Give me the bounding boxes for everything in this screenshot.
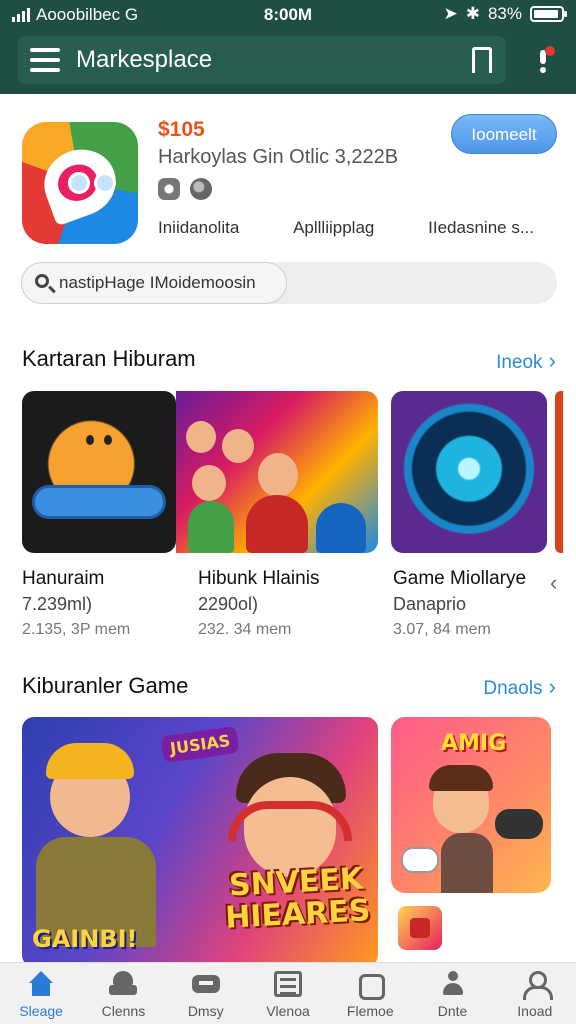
game-meta: 3.07, 84 mem	[393, 621, 491, 638]
featured-price: $105	[158, 118, 205, 141]
section-see-more-link[interactable]: Dnaols	[483, 674, 556, 700]
tab-profile[interactable]: Inoad	[494, 963, 576, 1024]
search-input[interactable]	[59, 268, 289, 298]
status-bar: Aooobilbec G 8:00M ➤ ✱ 83%	[0, 0, 576, 30]
profile-icon	[521, 971, 553, 1000]
search-bar	[21, 262, 557, 304]
tab-gamepad[interactable]: Dmsy	[165, 963, 247, 1024]
tab-grid[interactable]: Vlenoa	[247, 963, 329, 1024]
game-meta: 232. 34 mem	[198, 621, 292, 638]
tab-label: Sleage	[19, 1003, 63, 1019]
banner-logo-text: SNVEEK HIEARES	[224, 861, 372, 936]
game-title: Hanuraim	[22, 568, 105, 589]
game-size: Danaprio	[393, 594, 467, 614]
banner-corner-text: GAINBI!	[32, 925, 138, 953]
banner-badge: JUSIAS	[160, 725, 240, 764]
game-thumbnail[interactable]	[398, 906, 442, 950]
bottom-tab-bar: Sleage Clenns Dmsy Vlenoa Flemoe Dnte In…	[0, 962, 576, 1024]
featured-app-name: Harkoylas Gin Otlic 3,222B	[158, 146, 399, 168]
gamepad-icon	[191, 971, 220, 997]
menu-icon[interactable]	[30, 48, 60, 72]
tab-label: Inoad	[517, 1003, 553, 1019]
game-size: 7.239ml)	[22, 594, 93, 614]
game-title: Game Miollarye	[393, 568, 527, 589]
grid-icon	[273, 971, 302, 997]
battery-icon	[530, 6, 567, 22]
bookmark-icon[interactable]	[472, 47, 492, 74]
globe-icon	[190, 178, 212, 200]
location-icon: ➤	[443, 4, 458, 23]
app-bar: Markesplace	[18, 36, 506, 84]
tab-puzzle[interactable]: Flemoe	[329, 963, 411, 1024]
featured-meta-icons	[158, 178, 212, 200]
tab-label: Vlenoa	[266, 1003, 310, 1019]
game-size: 2290ol)	[198, 594, 259, 614]
tab-person[interactable]: Dnte	[411, 963, 493, 1024]
controller-icon	[401, 847, 439, 873]
featured-meta: Iniidanolita Apllliipplag IIedasnine s..…	[158, 218, 534, 238]
tab-label: Dmsy	[187, 1003, 224, 1019]
game-title: Hibunk Hlainis	[198, 568, 320, 589]
install-button[interactable]: Ioomeelt	[451, 114, 557, 154]
game-card[interactable]	[176, 391, 378, 553]
section-title: Kartaran Hiburam	[22, 346, 196, 371]
headphones-icon	[228, 801, 352, 841]
tab-label: Dnte	[437, 1003, 468, 1019]
featured-game-banner[interactable]: JUSIAS SNVEEK HIEARES GAINBI!	[22, 717, 378, 967]
person-icon	[439, 971, 467, 997]
game-meta: 2.135, 3P mem	[22, 621, 131, 638]
games-icon	[109, 971, 138, 997]
top-bar: Aooobilbec G 8:00M ➤ ✱ 83% Markesplace	[0, 0, 576, 94]
section-title: Kiburanler Game	[22, 673, 189, 698]
featured-app-icon[interactable]	[22, 122, 138, 244]
chevron-left-icon[interactable]: ‹	[550, 570, 557, 596]
tab-home[interactable]: Sleage	[0, 963, 82, 1024]
search-icon[interactable]	[35, 274, 49, 288]
next-card-edge	[555, 391, 563, 553]
meta-item: IIedasnine s...	[428, 218, 534, 237]
gamepad-icon	[32, 485, 166, 519]
notification-icon[interactable]	[530, 44, 558, 76]
gamepad-icon	[495, 809, 543, 839]
bluetooth-icon: ✱	[465, 4, 480, 23]
game-card[interactable]	[391, 391, 547, 553]
section-see-more-link[interactable]: Ineok	[496, 348, 556, 374]
settings-icon	[158, 178, 180, 200]
battery-percent: 83%	[487, 4, 522, 23]
meta-item: Iniidanolita	[158, 218, 240, 237]
game-card[interactable]: AMIG	[391, 717, 551, 893]
page-title: Markesplace	[76, 46, 213, 73]
tab-label: Clenns	[101, 1003, 146, 1019]
meta-item: Apllliipplag	[293, 218, 375, 237]
game-card[interactable]	[22, 391, 176, 553]
home-icon	[27, 971, 55, 997]
tab-label: Flemoe	[346, 1003, 394, 1019]
tab-games[interactable]: Clenns	[82, 963, 164, 1024]
puzzle-icon	[356, 971, 386, 1000]
card-title-text: AMIG	[441, 731, 507, 756]
